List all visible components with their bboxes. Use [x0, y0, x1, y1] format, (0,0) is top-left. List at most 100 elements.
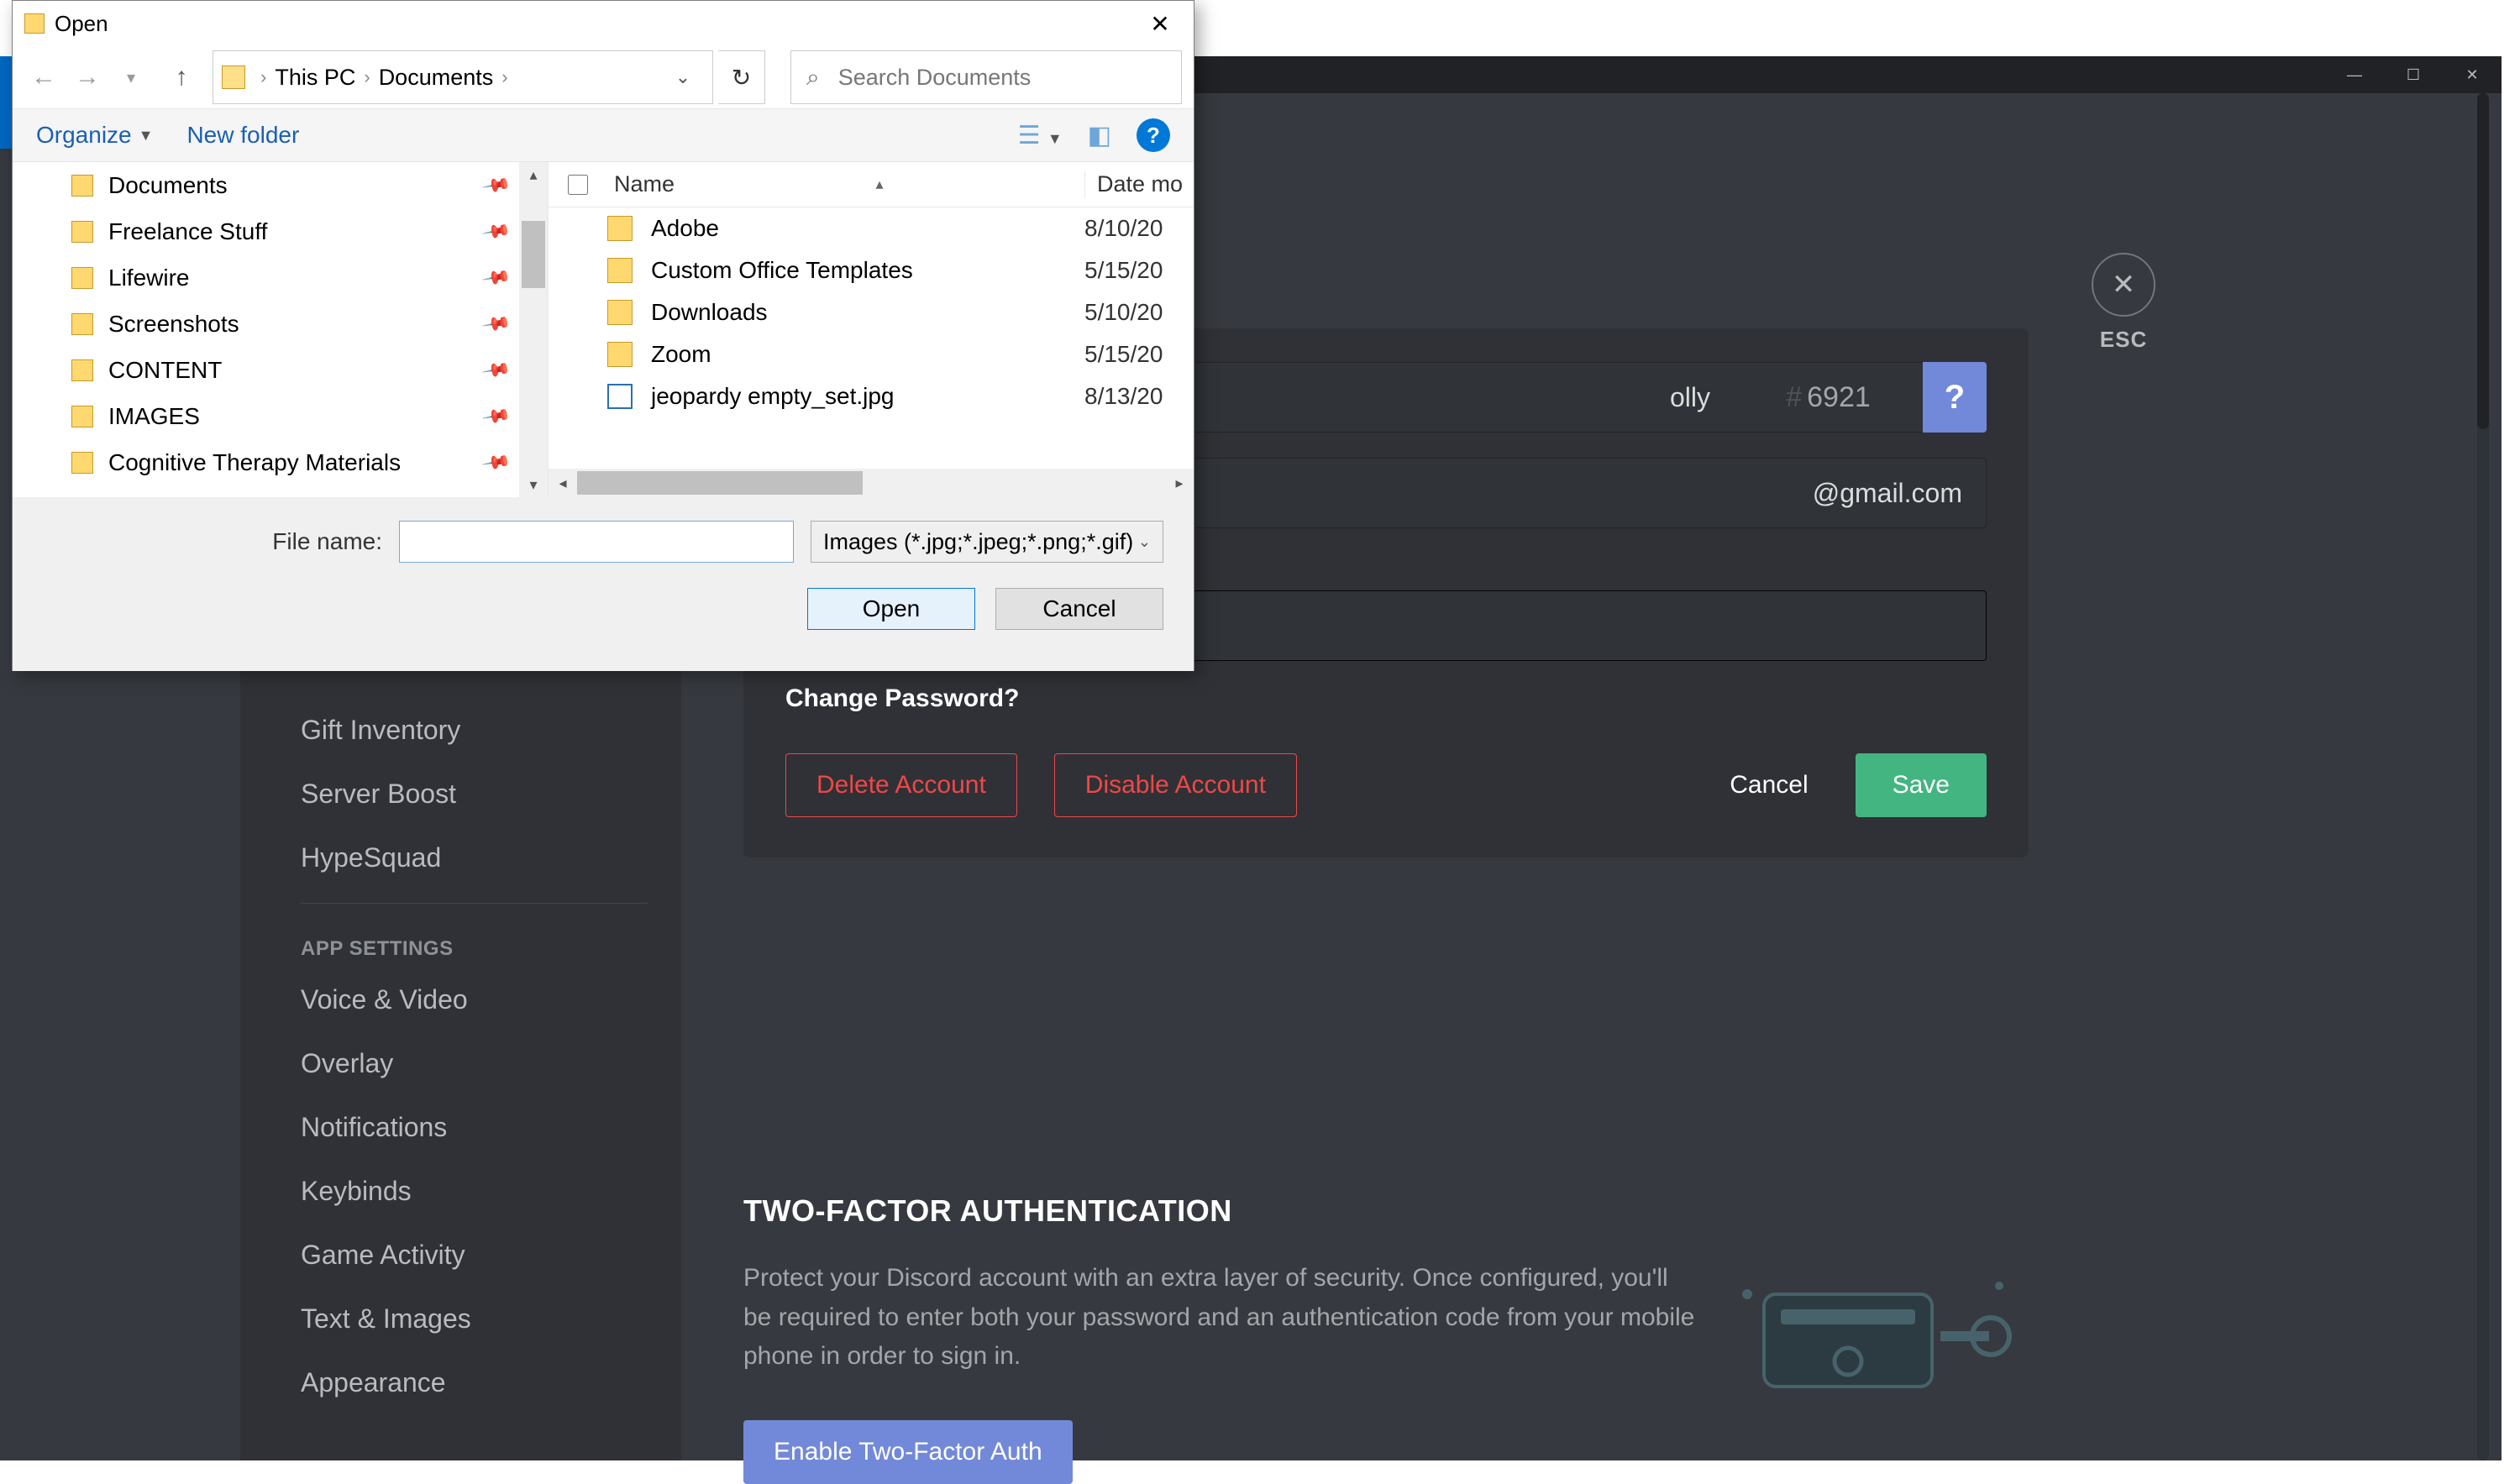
file-row[interactable]: Adobe8/10/20 — [549, 207, 1194, 249]
cancel-button[interactable]: Cancel — [995, 588, 1163, 630]
organize-menu[interactable]: Organize▼ — [36, 122, 153, 149]
sidebar-item-appearance[interactable]: Appearance — [301, 1350, 648, 1414]
navpane-item[interactable]: Screenshots📌 — [13, 301, 548, 347]
enable-two-factor-button[interactable]: Enable Two-Factor Auth — [743, 1420, 1073, 1484]
scroll-right-button[interactable]: ▸ — [1165, 475, 1194, 492]
sidebar-item-overlay[interactable]: Overlay — [301, 1031, 648, 1095]
chevron-right-icon: › — [260, 66, 266, 88]
scroll-left-button[interactable]: ◂ — [549, 475, 577, 492]
file-name: Adobe — [651, 215, 1084, 242]
dialog-footer: File name: Images (*.jpg;*.jpeg;*.png;*.… — [13, 497, 1194, 671]
scrollbar-thumb[interactable] — [2477, 93, 2489, 429]
email-value: @gmail.com — [1813, 478, 1962, 509]
breadcrumb-this-pc[interactable]: This PC — [275, 65, 355, 91]
sort-asc-icon: ▴ — [875, 176, 883, 193]
file-name-input[interactable] — [399, 521, 794, 563]
file-date: 5/15/20 — [1084, 341, 1194, 368]
save-button[interactable]: Save — [1856, 753, 1987, 817]
sidebar-item-server-boost[interactable]: Server Boost — [301, 762, 648, 826]
sidebar-item-hypesquad[interactable]: HypeSquad — [301, 826, 648, 889]
column-date[interactable]: Date mo — [1084, 171, 1194, 197]
discriminator: #6921 — [1734, 362, 1923, 433]
pin-icon: 📌 — [480, 447, 512, 478]
address-dropdown[interactable]: ⌄ — [662, 66, 704, 88]
change-password-link[interactable]: Change Password? — [785, 684, 1987, 713]
content-scrollbar[interactable] — [2477, 93, 2489, 1460]
nav-back-button[interactable]: ← — [24, 58, 63, 97]
nav-forward-button[interactable]: → — [68, 58, 107, 97]
preview-pane-button[interactable]: ◧ — [1088, 121, 1111, 150]
sidebar-divider — [301, 903, 648, 904]
file-row[interactable]: Downloads5/10/20 — [549, 291, 1194, 333]
window-close-button[interactable]: ✕ — [2443, 56, 2502, 93]
nav-recent-dropdown[interactable]: ▾ — [112, 58, 150, 97]
sidebar-item-label: Gift Inventory — [301, 715, 460, 746]
delete-account-button[interactable]: Delete Account — [785, 753, 1017, 817]
sidebar-item-label: Keybinds — [301, 1176, 412, 1207]
two-factor-section: TWO-FACTOR AUTHENTICATION Protect your D… — [743, 1193, 2029, 1484]
navpane-item[interactable]: Cognitive Therapy Materials📌 — [13, 439, 548, 485]
file-row[interactable]: Custom Office Templates5/15/20 — [549, 249, 1194, 291]
file-open-dialog: Open ✕ ← → ▾ ↑ › This PC › Documents › ⌄… — [12, 0, 1194, 671]
folder-icon — [71, 175, 93, 197]
sidebar-item-voice-video[interactable]: Voice & Video — [301, 967, 648, 1031]
nav-up-button[interactable]: ↑ — [162, 58, 201, 97]
dialog-titlebar[interactable]: Open ✕ — [13, 1, 1194, 46]
sidebar-item-keybinds[interactable]: Keybinds — [301, 1159, 648, 1223]
navigation-pane: Documents📌Freelance Stuff📌Lifewire📌Scree… — [13, 162, 549, 497]
navpane-item[interactable]: IMAGES 📌 — [13, 393, 548, 439]
dialog-close-button[interactable]: ✕ — [1126, 1, 1194, 46]
sidebar-item-text-images[interactable]: Text & Images — [301, 1287, 648, 1350]
navpane-item[interactable]: Lifewire📌 — [13, 254, 548, 301]
navpane-item-label: IMAGES — [108, 403, 200, 430]
file-row[interactable]: jeopardy empty_set.jpg8/13/20 — [549, 375, 1194, 417]
navpane-item[interactable]: CONTENT📌 — [13, 347, 548, 393]
chevron-down-icon: ⌄ — [1138, 533, 1151, 551]
folder-icon — [607, 216, 633, 241]
navpane-item[interactable]: Documents📌 — [13, 162, 548, 208]
file-date: 5/15/20 — [1084, 257, 1194, 284]
file-type-select[interactable]: Images (*.jpg;*.jpeg;*.png;*.gif) ⌄ — [811, 521, 1163, 563]
scroll-up-button[interactable]: ▴ — [519, 162, 548, 187]
sidebar-item-gift-inventory[interactable]: Gift Inventory — [301, 698, 648, 762]
refresh-button[interactable]: ↻ — [718, 50, 765, 104]
scrollbar-thumb[interactable] — [522, 221, 545, 288]
search-placeholder: Search Documents — [838, 65, 1032, 91]
new-folder-button[interactable]: New folder — [186, 122, 299, 149]
file-list-hscrollbar[interactable]: ◂ ▸ — [549, 469, 1194, 497]
disable-account-button[interactable]: Disable Account — [1054, 753, 1297, 817]
file-row[interactable]: Zoom5/15/20 — [549, 333, 1194, 375]
navpane-scrollbar[interactable]: ▴ ▾ — [519, 162, 548, 497]
scroll-down-button[interactable]: ▾ — [519, 472, 548, 497]
search-input[interactable]: ⌕ Search Documents — [790, 50, 1182, 104]
pin-icon: 📌 — [480, 401, 512, 432]
navpane-item[interactable]: Freelance Stuff📌 — [13, 208, 548, 254]
folder-icon — [71, 452, 93, 474]
address-breadcrumb[interactable]: › This PC › Documents › ⌄ — [213, 50, 713, 104]
window-minimize-button[interactable]: — — [2325, 56, 2384, 93]
cancel-button[interactable]: Cancel — [1699, 753, 1838, 817]
view-options-button[interactable]: ☰ ▼ — [1018, 121, 1063, 150]
close-settings-button[interactable]: ✕ ESC — [2092, 253, 2155, 353]
folder-icon — [222, 66, 245, 89]
select-all-checkbox[interactable] — [549, 175, 607, 195]
sidebar-item-label: Voice & Video — [301, 984, 468, 1015]
dialog-icon — [24, 13, 45, 34]
folder-icon — [71, 359, 93, 381]
pin-icon: 📌 — [480, 216, 512, 247]
folder-icon — [71, 267, 93, 289]
breadcrumb-documents[interactable]: Documents — [379, 65, 494, 91]
open-button[interactable]: Open — [807, 588, 975, 630]
two-factor-description: Protect your Discord account with an ext… — [743, 1259, 1701, 1377]
window-maximize-button[interactable]: ☐ — [2384, 56, 2443, 93]
help-button[interactable]: ? — [1137, 118, 1170, 152]
file-name-label: File name: — [272, 528, 382, 555]
scrollbar-thumb[interactable] — [577, 471, 863, 495]
sidebar-item-game-activity[interactable]: Game Activity — [301, 1223, 648, 1287]
avatar-help-button[interactable]: ? — [1923, 362, 1987, 433]
sidebar-item-notifications[interactable]: Notifications — [301, 1095, 648, 1159]
column-name[interactable]: Name▴ — [607, 171, 1084, 197]
dialog-nav-bar: ← → ▾ ↑ › This PC › Documents › ⌄ ↻ ⌕ Se… — [13, 46, 1194, 108]
esc-label: ESC — [2092, 327, 2155, 353]
navpane-item-label: Documents — [108, 172, 228, 199]
